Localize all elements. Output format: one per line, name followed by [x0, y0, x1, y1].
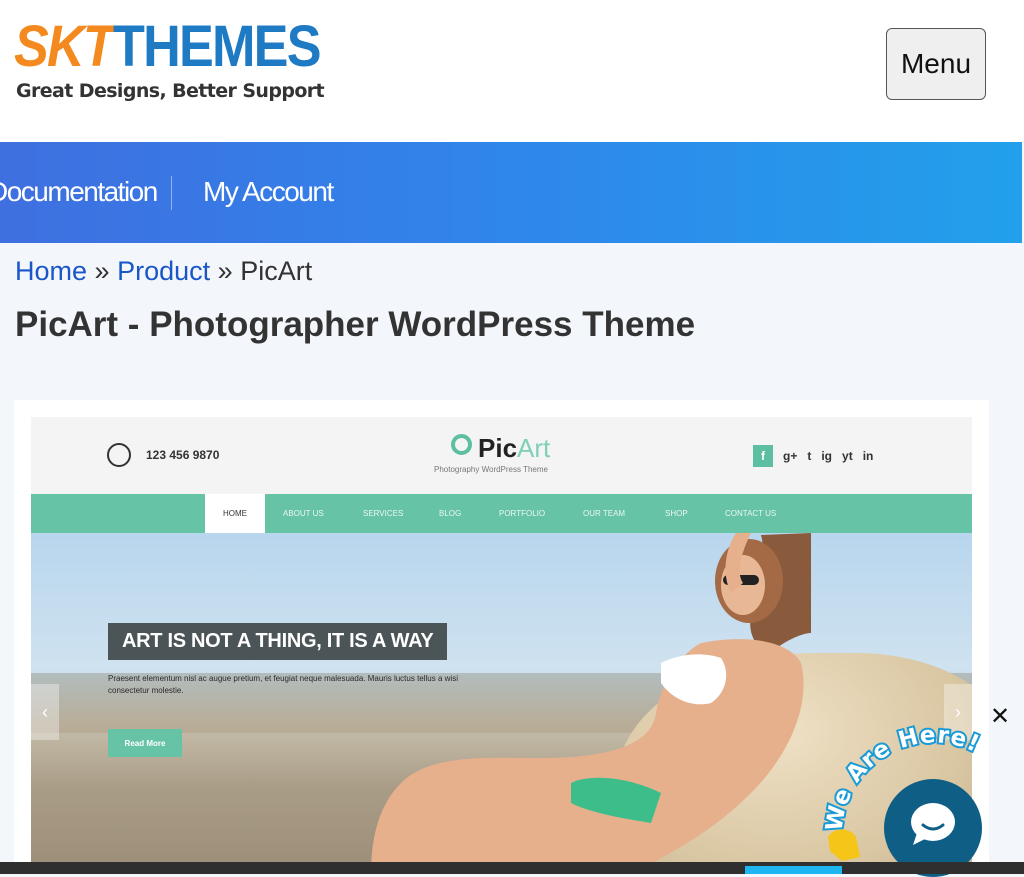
- chat-widget[interactable]: We Are Here!: [819, 720, 1024, 877]
- preview-phone-number: 123 456 9870: [146, 448, 220, 462]
- bottom-accent-tab[interactable]: [745, 866, 842, 874]
- nav-divider: [171, 176, 172, 210]
- page-title: PicArt - Photographer WordPress Theme: [15, 305, 696, 344]
- preview-nav-item: CONTACT US: [725, 509, 777, 518]
- hero-model-illustration: [371, 533, 811, 874]
- preview-social-icons: f g+ t ig yt in: [753, 445, 873, 467]
- logo-skt-text: SKT: [14, 14, 115, 79]
- logo-themes-text: THEMES: [113, 14, 322, 79]
- preview-nav-item: PORTFOLIO: [499, 509, 546, 518]
- close-chat-button[interactable]: ✕: [988, 702, 1012, 730]
- breadcrumb-home-link[interactable]: Home: [15, 256, 87, 286]
- youtube-icon: yt: [842, 449, 853, 463]
- preview-logo-art: Art: [517, 433, 551, 463]
- breadcrumb: Home » Product » PicArt: [15, 256, 312, 287]
- chat-bubble-icon: [911, 803, 955, 845]
- preview-nav-item: SHOP: [665, 509, 688, 518]
- logo-tagline: Great Designs, Better Support: [16, 80, 325, 102]
- linkedin-icon: in: [862, 449, 874, 463]
- phone-icon: [107, 443, 131, 467]
- nav-item-my-account[interactable]: My Account: [203, 176, 334, 208]
- preview-nav-home: HOME: [205, 494, 265, 533]
- preview-header: 123 456 9870 PicArt Photography WordPres…: [31, 417, 972, 494]
- site-header: SKTTHEMES Great Designs, Better Support …: [0, 0, 1024, 142]
- preview-logo-pic: Pic: [478, 433, 518, 463]
- preview-nav-item: ABOUT US: [283, 509, 324, 518]
- logo-wordmark: SKTTHEMES: [14, 18, 322, 76]
- twitter-icon: t: [807, 449, 812, 463]
- bottom-bar: [0, 862, 1024, 874]
- breadcrumb-current: PicArt: [240, 256, 313, 286]
- menu-button[interactable]: Menu: [886, 28, 986, 100]
- facebook-icon: f: [753, 445, 773, 467]
- nav-item-documentation[interactable]: Documentation: [0, 176, 158, 208]
- main-navigation: Documentation My Account: [0, 142, 1022, 243]
- breadcrumb-product-link[interactable]: Product: [117, 256, 210, 286]
- skt-themes-logo[interactable]: SKTTHEMES Great Designs, Better Support: [14, 18, 334, 108]
- preview-hero-headline: ART IS NOT A THING, IT IS A WAY: [108, 623, 448, 660]
- preview-nav-item: OUR TEAM: [583, 509, 626, 518]
- chevron-left-icon: ‹: [31, 684, 59, 740]
- google-plus-icon: g+: [783, 449, 798, 463]
- preview-read-more-button: Read More: [108, 729, 182, 757]
- instagram-icon: ig: [821, 449, 833, 463]
- picart-ring-icon: [451, 434, 472, 455]
- preview-hero-body: Praesent elementum nisl ac augue pretium…: [108, 674, 458, 695]
- preview-logo: PicArt: [451, 433, 550, 464]
- breadcrumb-separator: »: [94, 256, 110, 286]
- preview-logo-subtitle: Photography WordPress Theme: [434, 465, 548, 474]
- preview-nav-bar: HOME ABOUT US SERVICES BLOG PORTFOLIO OU…: [31, 494, 972, 533]
- preview-nav-item: BLOG: [439, 509, 462, 518]
- breadcrumb-separator: »: [217, 256, 233, 286]
- preview-nav-item: SERVICES: [363, 509, 404, 518]
